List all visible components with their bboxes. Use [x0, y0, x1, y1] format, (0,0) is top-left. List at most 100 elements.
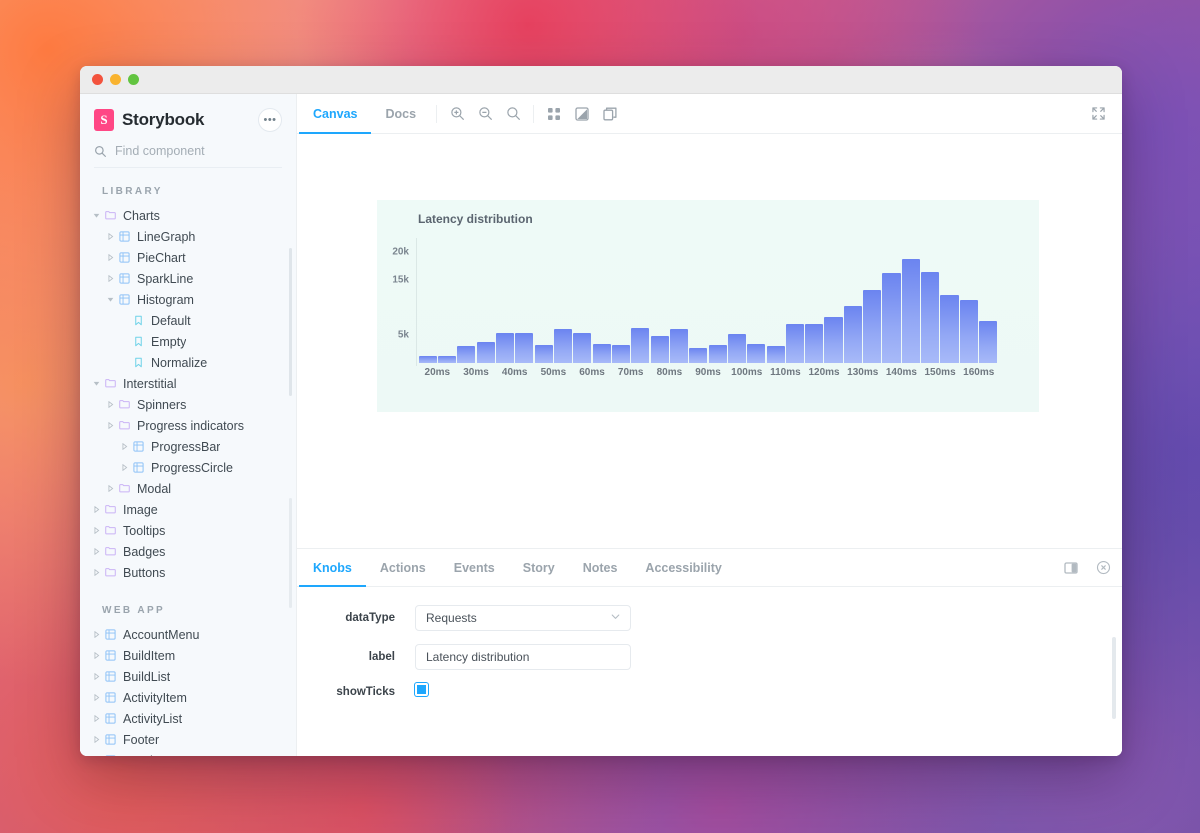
- sidebar-item-progressbar[interactable]: ProgressBar: [80, 436, 296, 457]
- panel-tab-notes[interactable]: Notes: [569, 549, 632, 587]
- caret-right-icon[interactable]: [104, 422, 116, 429]
- panel-tab-story[interactable]: Story: [509, 549, 569, 587]
- sidebar-item-histogram[interactable]: Histogram: [80, 289, 296, 310]
- x-axis-tick: 90ms: [689, 367, 728, 383]
- caret-right-icon[interactable]: [90, 631, 102, 638]
- minimize-window-button[interactable]: [110, 74, 121, 85]
- sidebar-item-interstitial[interactable]: Interstitial: [80, 373, 296, 394]
- caret-down-icon[interactable]: [104, 296, 116, 303]
- caret-right-icon[interactable]: [104, 401, 116, 408]
- sidebar-item-tooltips[interactable]: Tooltips: [80, 520, 296, 541]
- window-body: S Storybook ••• LIBRARYChartsLineGraphPi…: [80, 94, 1122, 756]
- sidebar-scrollbar-thumb-secondary[interactable]: [289, 498, 292, 608]
- panel-tab-events[interactable]: Events: [440, 549, 509, 587]
- background-icon[interactable]: [568, 100, 596, 128]
- sidebar-item-default[interactable]: Default: [80, 310, 296, 331]
- sidebar-item-builditem[interactable]: BuildItem: [80, 645, 296, 666]
- caret-right-icon[interactable]: [90, 652, 102, 659]
- caret-right-icon[interactable]: [90, 715, 102, 722]
- sidebar-item-empty[interactable]: Empty: [80, 331, 296, 352]
- dataType-select[interactable]: Requests: [415, 605, 631, 631]
- search-icon: [94, 145, 107, 158]
- panel-position-icon[interactable]: [1058, 555, 1084, 581]
- sidebar-scrollbar-thumb[interactable]: [289, 248, 292, 396]
- chart-bar: [824, 317, 842, 363]
- x-axis-tick: 140ms: [882, 367, 921, 383]
- label-input[interactable]: [415, 644, 631, 670]
- component-icon: [130, 462, 146, 473]
- sidebar-item-buildlist[interactable]: BuildList: [80, 666, 296, 687]
- viewport-icon[interactable]: [596, 100, 624, 128]
- chart-bar: [805, 324, 823, 363]
- sidebar-item-label: SparkLine: [137, 272, 193, 286]
- chart-bar: [728, 334, 746, 363]
- sidebar-item-label: Image: [123, 503, 158, 517]
- sidebar-item-image[interactable]: Image: [80, 499, 296, 520]
- sidebar-item-activityitem[interactable]: ActivityItem: [80, 687, 296, 708]
- caret-right-icon[interactable]: [104, 254, 116, 261]
- caret-right-icon[interactable]: [104, 233, 116, 240]
- caret-right-icon[interactable]: [90, 569, 102, 576]
- sidebar-item-normalize[interactable]: Normalize: [80, 352, 296, 373]
- sidebar-item-progresscircle[interactable]: ProgressCircle: [80, 457, 296, 478]
- search-input[interactable]: [115, 144, 282, 158]
- maximize-window-button[interactable]: [128, 74, 139, 85]
- panel-tab-accessibility[interactable]: Accessibility: [631, 549, 735, 587]
- close-window-button[interactable]: [92, 74, 103, 85]
- zoom-out-icon[interactable]: [471, 100, 499, 128]
- sidebar-item-progress-indicators[interactable]: Progress indicators: [80, 415, 296, 436]
- panel-tab-knobs[interactable]: Knobs: [299, 549, 366, 587]
- chart-bar: [863, 290, 881, 363]
- sidebar-item-label: Empty: [151, 335, 186, 349]
- caret-down-icon[interactable]: [90, 380, 102, 387]
- zoom-in-icon[interactable]: [443, 100, 471, 128]
- sidebar-item-activitylist[interactable]: ActivityList: [80, 708, 296, 729]
- knob-row-label: label: [297, 644, 1122, 670]
- tab-canvas[interactable]: Canvas: [299, 94, 371, 134]
- sidebar-item-linegraph[interactable]: LineGraph: [80, 226, 296, 247]
- sidebar-item-badges[interactable]: Badges: [80, 541, 296, 562]
- caret-right-icon[interactable]: [90, 527, 102, 534]
- sidebar-menu-button[interactable]: •••: [258, 108, 282, 132]
- panel-scrollbar-thumb[interactable]: [1112, 637, 1116, 719]
- close-panel-icon[interactable]: [1090, 555, 1116, 581]
- caret-right-icon[interactable]: [90, 673, 102, 680]
- caret-right-icon[interactable]: [90, 694, 102, 701]
- sidebar-item-sparkline[interactable]: SparkLine: [80, 268, 296, 289]
- sidebar-item-label: Histogram: [137, 293, 194, 307]
- tab-docs[interactable]: Docs: [371, 94, 430, 134]
- sidebar-item-header[interactable]: Header: [80, 750, 296, 756]
- panel-tab-actions[interactable]: Actions: [366, 549, 440, 587]
- caret-right-icon[interactable]: [90, 736, 102, 743]
- component-icon: [102, 734, 118, 745]
- sidebar-item-accountmenu[interactable]: AccountMenu: [80, 624, 296, 645]
- caret-right-icon[interactable]: [104, 485, 116, 492]
- caret-right-icon[interactable]: [118, 443, 130, 450]
- sidebar-item-buttons[interactable]: Buttons: [80, 562, 296, 583]
- sidebar-item-label: Default: [151, 314, 191, 328]
- caret-right-icon[interactable]: [118, 464, 130, 471]
- sidebar-item-charts[interactable]: Charts: [80, 205, 296, 226]
- chart-bar: [457, 346, 475, 363]
- desktop-background: S Storybook ••• LIBRARYChartsLineGraphPi…: [0, 0, 1200, 833]
- toolbar-divider: [436, 105, 437, 123]
- folder-icon: [102, 525, 118, 536]
- sidebar-item-modal[interactable]: Modal: [80, 478, 296, 499]
- zoom-reset-icon[interactable]: [499, 100, 527, 128]
- expand-icon[interactable]: [1084, 100, 1112, 128]
- sidebar-item-label: ProgressCircle: [151, 461, 233, 475]
- caret-right-icon[interactable]: [90, 548, 102, 555]
- sidebar-item-spinners[interactable]: Spinners: [80, 394, 296, 415]
- caret-right-icon[interactable]: [104, 275, 116, 282]
- showTicks-checkbox[interactable]: [415, 683, 428, 696]
- component-icon: [116, 273, 132, 284]
- sidebar-item-footer[interactable]: Footer: [80, 729, 296, 750]
- caret-down-icon[interactable]: [90, 212, 102, 219]
- grid-icon[interactable]: [540, 100, 568, 128]
- x-axis-tick: 20ms: [418, 367, 457, 383]
- chart-bar: [496, 333, 514, 363]
- caret-right-icon[interactable]: [90, 506, 102, 513]
- sidebar-item-piechart[interactable]: PieChart: [80, 247, 296, 268]
- chart-x-axis: 20ms30ms40ms50ms60ms70ms80ms90ms100ms110…: [418, 367, 998, 383]
- sidebar-tree-scroll[interactable]: LIBRARYChartsLineGraphPieChartSparkLineH…: [80, 168, 296, 756]
